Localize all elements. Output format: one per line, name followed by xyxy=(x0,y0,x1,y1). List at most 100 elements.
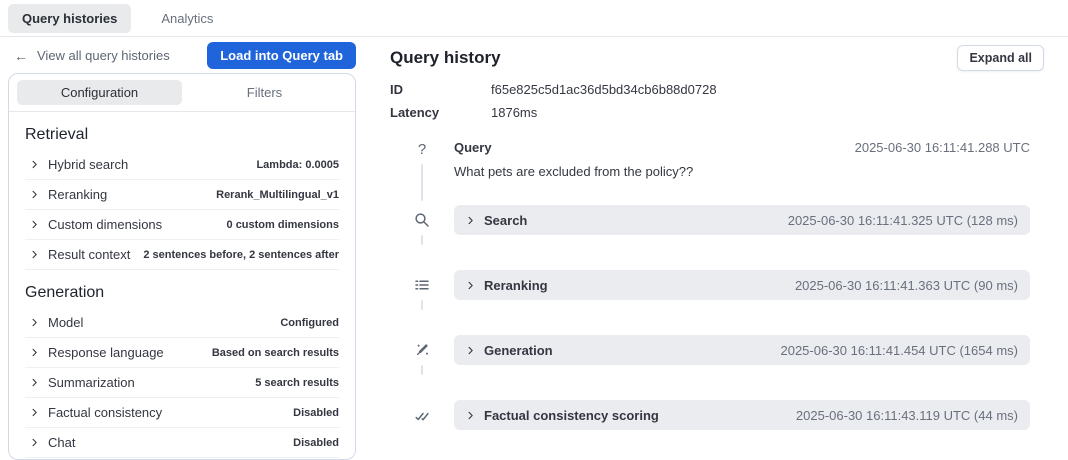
chevron-right-icon xyxy=(466,411,475,420)
page-title: Query history xyxy=(390,48,501,67)
chevron-right-icon xyxy=(30,250,39,259)
accordion-label: Search xyxy=(484,212,528,228)
config-row-value: Disabled xyxy=(293,436,339,449)
double-check-icon xyxy=(413,406,431,424)
query-step-content: Query 2025-06-30 16:11:41.288 UTC What p… xyxy=(454,140,1030,205)
query-step-label: Query xyxy=(454,140,492,155)
left-panel: ← View all query histories Load into Que… xyxy=(8,37,356,460)
back-link-label: View all query histories xyxy=(37,48,170,63)
view-all-query-histories-link[interactable]: ← View all query histories xyxy=(14,48,170,63)
tab-configuration[interactable]: Configuration xyxy=(17,80,182,105)
meta-row-id: ID f65e825c5d1ac36d5bd34cb6b88d0728 xyxy=(390,82,1044,98)
meta-label: Latency xyxy=(390,105,440,120)
chevron-right-icon xyxy=(30,318,39,327)
accordion-timestamp: 2025-06-30 16:11:41.325 UTC (128 ms) xyxy=(787,212,1018,228)
section-title-generation: Generation xyxy=(25,284,105,301)
config-row-label: Result context xyxy=(48,247,131,262)
timeline-connector xyxy=(421,235,423,245)
main-content: ← View all query histories Load into Que… xyxy=(0,37,1068,460)
timeline-step-search: Search 2025-06-30 16:11:41.325 UTC (128 … xyxy=(390,205,1030,270)
config-row-hybrid-search[interactable]: Hybrid search Lambda: 0.0005 xyxy=(25,150,339,180)
generation-accordion[interactable]: Generation 2025-06-30 16:11:41.454 UTC (… xyxy=(454,335,1030,365)
accordion-timestamp: 2025-06-30 16:11:41.363 UTC (90 ms) xyxy=(794,277,1018,293)
config-row-label: Hybrid search xyxy=(48,157,129,172)
chevron-right-icon xyxy=(30,438,39,447)
config-row-value: Based on search results xyxy=(211,346,339,359)
configuration-card: Configuration Filters Retrieval Hybrid s… xyxy=(8,73,356,460)
chevron-right-icon xyxy=(30,348,39,357)
timeline-connector xyxy=(421,300,423,310)
query-meta: ID f65e825c5d1ac36d5bd34cb6b88d0728 Late… xyxy=(390,82,1044,121)
timeline-step-query: ? Query 2025-06-30 16:11:41.288 UTC What… xyxy=(390,140,1030,205)
config-row-label: Custom dimensions xyxy=(48,217,163,232)
config-row-summarization[interactable]: Summarization 5 search results xyxy=(25,368,339,398)
chevron-right-icon xyxy=(466,216,475,225)
question-icon: ? xyxy=(417,140,427,158)
config-row-chat[interactable]: Chat Disabled xyxy=(25,428,339,458)
list-icon xyxy=(413,276,431,294)
accordion-label: Factual consistency scoring xyxy=(484,407,659,423)
factual-consistency-accordion[interactable]: Factual consistency scoring 2025-06-30 1… xyxy=(454,400,1030,430)
config-row-value: 5 search results xyxy=(255,376,339,389)
config-row-value: Lambda: 0.0005 xyxy=(256,158,339,171)
tab-analytics[interactable]: Analytics xyxy=(147,4,227,33)
config-row-response-language[interactable]: Response language Based on search result… xyxy=(25,338,339,368)
query-text: What pets are excluded from the policy?? xyxy=(454,164,694,179)
config-row-label: Model xyxy=(48,315,84,330)
reranking-accordion[interactable]: Reranking 2025-06-30 16:11:41.363 UTC (9… xyxy=(454,270,1030,300)
load-into-query-tab-button[interactable]: Load into Query tab xyxy=(207,42,356,69)
magic-wand-icon xyxy=(413,341,431,359)
config-row-label: Summarization xyxy=(48,375,135,390)
config-row-label: Reranking xyxy=(48,187,108,202)
accordion-timestamp: 2025-06-30 16:11:41.454 UTC (1654 ms) xyxy=(780,342,1018,358)
section-title-retrieval: Retrieval xyxy=(25,126,89,143)
accordion-timestamp: 2025-06-30 16:11:43.119 UTC (44 ms) xyxy=(795,407,1018,423)
chevron-right-icon xyxy=(30,378,39,387)
config-row-value: Configured xyxy=(280,316,339,329)
expand-all-button[interactable]: Expand all xyxy=(957,45,1044,71)
config-row-value: Disabled xyxy=(293,406,339,419)
config-row-model[interactable]: Model Configured xyxy=(25,308,339,338)
meta-row-latency: Latency 1876ms xyxy=(390,105,1044,121)
accordion-label: Reranking xyxy=(484,277,548,293)
chevron-right-icon xyxy=(30,160,39,169)
timeline-icon-column xyxy=(390,335,454,379)
query-history-panel: Query history Expand all ID f65e825c5d1a… xyxy=(356,37,1068,460)
timeline-step-reranking: Reranking 2025-06-30 16:11:41.363 UTC (9… xyxy=(390,270,1030,335)
timeline-connector xyxy=(421,365,423,375)
timeline-step-generation: Generation 2025-06-30 16:11:41.454 UTC (… xyxy=(390,335,1030,400)
config-row-result-context[interactable]: Result context 2 sentences before, 2 sen… xyxy=(25,240,339,270)
search-icon xyxy=(413,211,431,229)
search-accordion[interactable]: Search 2025-06-30 16:11:41.325 UTC (128 … xyxy=(454,205,1030,235)
timeline-connector xyxy=(421,164,423,201)
config-row-label: Response language xyxy=(48,345,164,360)
back-arrow-icon: ← xyxy=(14,47,28,64)
query-history-header: Query history Expand all xyxy=(390,43,1044,73)
chevron-right-icon xyxy=(30,220,39,229)
config-row-value: Rerank_Multilingual_v1 xyxy=(216,188,339,201)
timeline-step-factual-consistency: Factual consistency scoring 2025-06-30 1… xyxy=(390,400,1030,451)
query-id-value: f65e825c5d1ac36d5bd34cb6b88d0728 xyxy=(491,82,717,97)
chevron-right-icon xyxy=(466,281,475,290)
config-row-label: Chat xyxy=(48,435,76,450)
timeline-icon-column xyxy=(390,400,454,430)
query-timeline: ? Query 2025-06-30 16:11:41.288 UTC What… xyxy=(390,140,1030,451)
config-row-label: Factual consistency xyxy=(48,405,163,420)
config-row-reranking[interactable]: Reranking Rerank_Multilingual_v1 xyxy=(25,180,339,210)
config-row-custom-dimensions[interactable]: Custom dimensions 0 custom dimensions xyxy=(25,210,339,240)
timeline-icon-column xyxy=(390,205,454,249)
accordion-label: Generation xyxy=(484,342,553,358)
meta-label: ID xyxy=(390,82,403,97)
configuration-card-body: Retrieval Hybrid search Lambda: 0.0005 R… xyxy=(9,126,355,458)
timeline-icon-column xyxy=(390,270,454,314)
config-row-value: 2 sentences before, 2 sentences after xyxy=(143,248,339,261)
config-row-value: 0 custom dimensions xyxy=(226,218,339,231)
tab-filters[interactable]: Filters xyxy=(182,80,347,105)
top-nav: Query histories Analytics xyxy=(0,0,1068,37)
chevron-right-icon xyxy=(30,190,39,199)
latency-value: 1876ms xyxy=(491,105,538,120)
config-row-factual-consistency[interactable]: Factual consistency Disabled xyxy=(25,398,339,428)
left-panel-header: ← View all query histories Load into Que… xyxy=(8,42,356,69)
tab-query-histories[interactable]: Query histories xyxy=(8,3,132,33)
query-timestamp: 2025-06-30 16:11:41.288 UTC xyxy=(854,140,1030,155)
